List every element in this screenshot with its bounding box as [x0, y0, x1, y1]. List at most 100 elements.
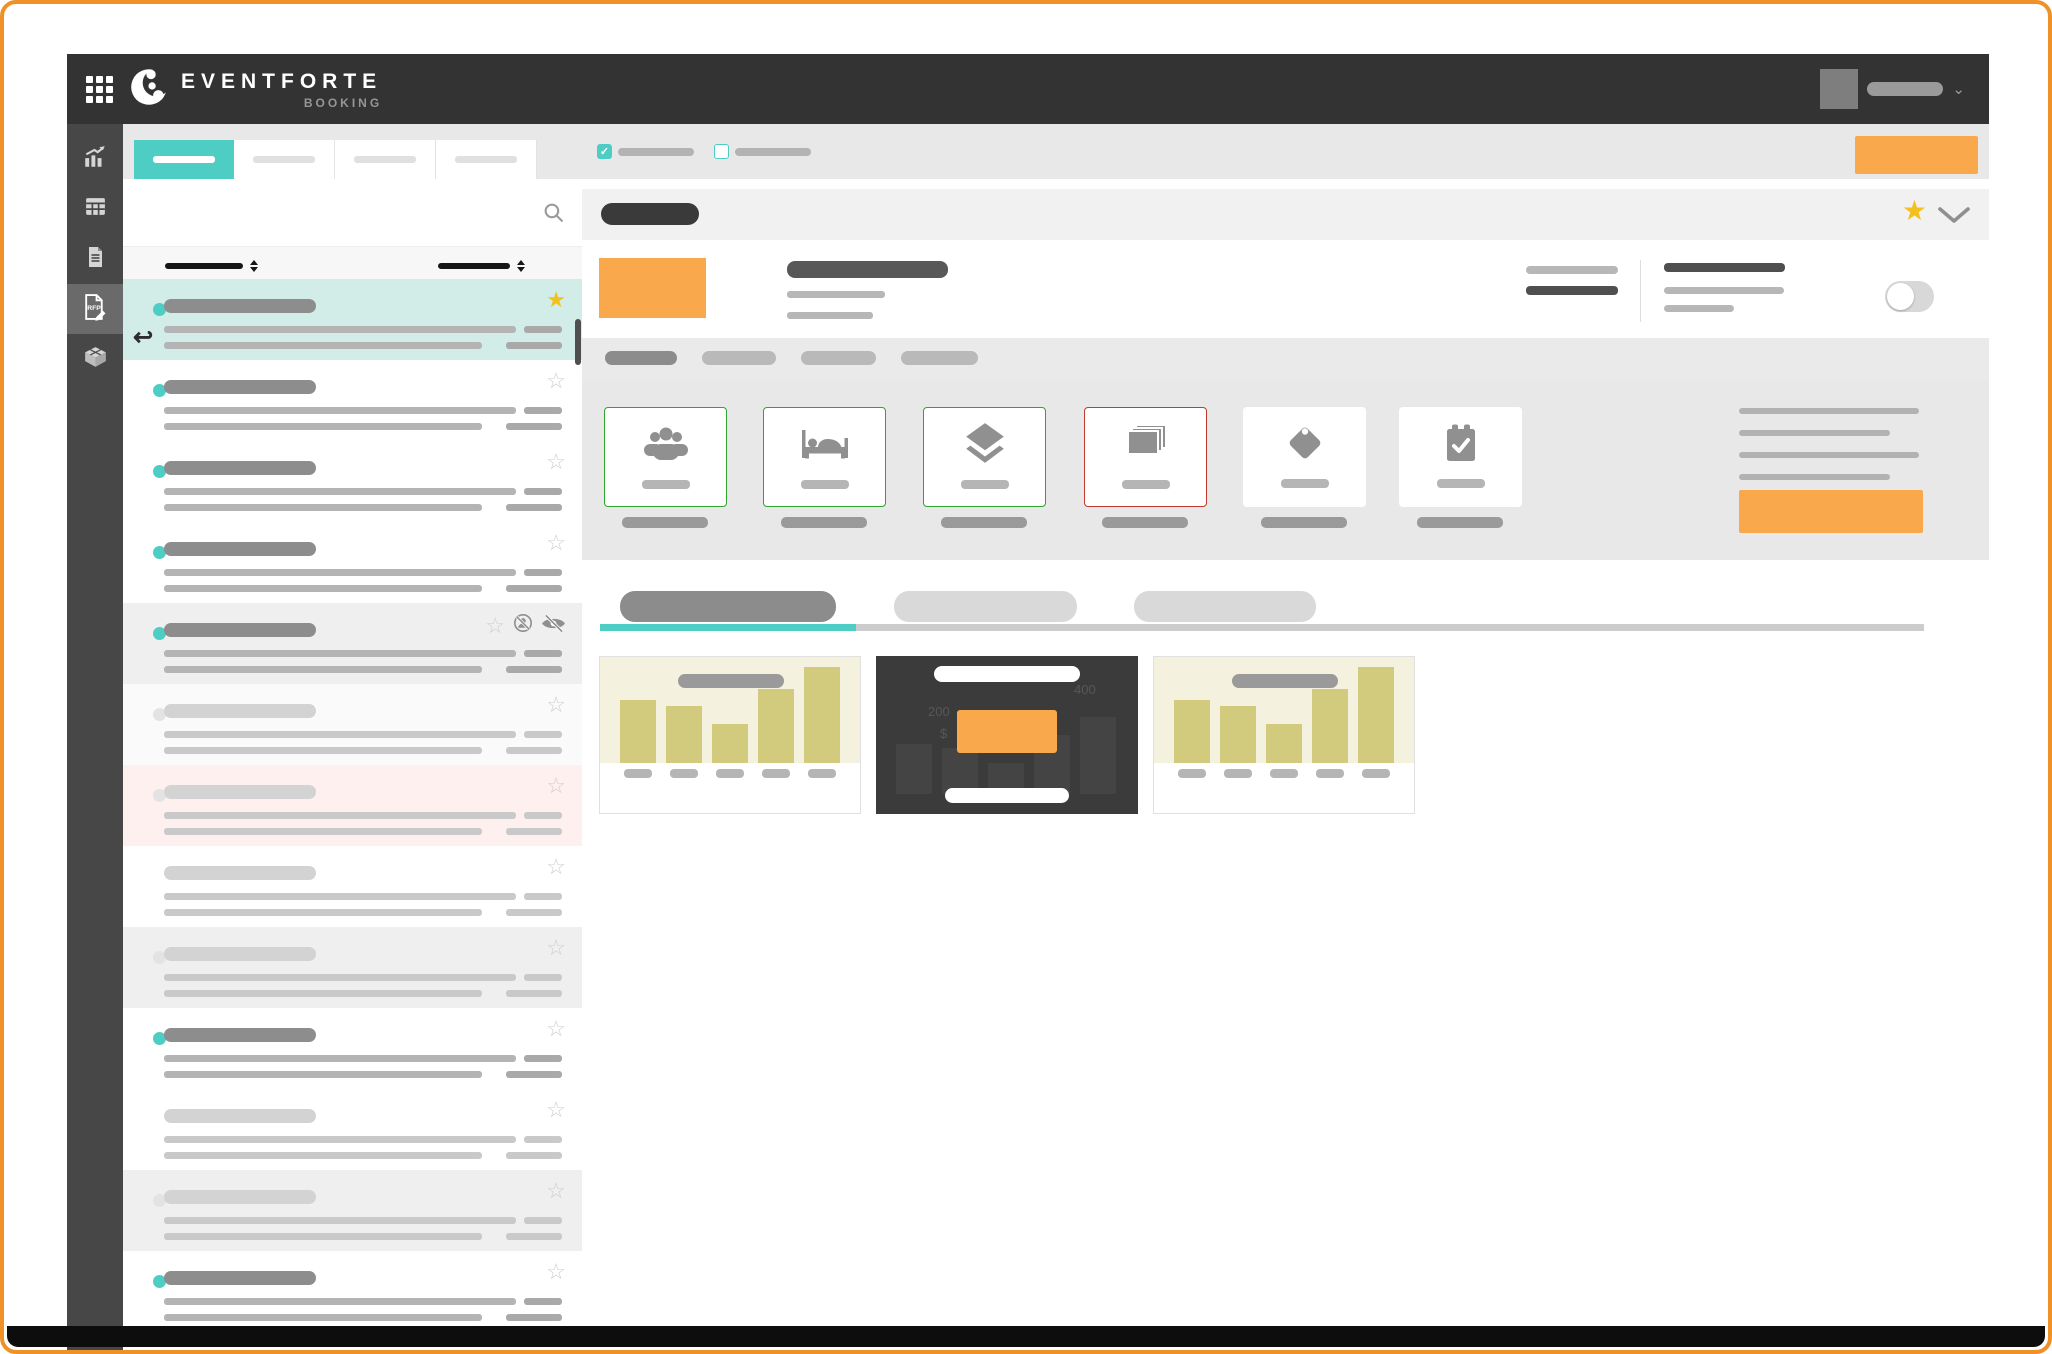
chart-thumbnail[interactable]	[599, 656, 861, 814]
venue-thumbnail[interactable]	[599, 258, 706, 318]
star-outline-icon[interactable]: ☆	[546, 937, 566, 959]
star-outline-icon[interactable]: ☆	[546, 1099, 566, 1121]
sidebar-item-packages[interactable]	[67, 334, 123, 384]
list-panel: ★ ↩ ☆ ☆ ☆ ☆	[123, 179, 582, 1354]
list-scrollbar[interactable]	[575, 319, 581, 365]
sort-icon[interactable]	[517, 260, 525, 272]
ghost-bar	[896, 744, 932, 794]
list-item[interactable]: ☆	[123, 1008, 582, 1089]
checkbox-unchecked[interactable]	[714, 144, 729, 159]
list-item[interactable]: ☆	[123, 927, 582, 1008]
sidebar-item-documents[interactable]	[67, 234, 123, 284]
breadcrumb-pill-4[interactable]	[901, 351, 978, 365]
list-item[interactable]: ☆	[123, 1251, 582, 1332]
star-filled-icon[interactable]: ★	[1902, 197, 1927, 225]
bar-chart	[1154, 657, 1414, 763]
star-filled-icon[interactable]: ★	[546, 289, 566, 311]
star-outline-icon[interactable]: ☆	[485, 615, 505, 637]
star-outline-icon[interactable]: ☆	[546, 775, 566, 797]
content-tab-1[interactable]	[620, 591, 836, 622]
list-item[interactable]: ☆	[123, 441, 582, 522]
list-tab-4[interactable]	[436, 140, 537, 179]
list-item[interactable]: ☆	[123, 522, 582, 603]
sidebar-item-calendar[interactable]	[67, 184, 123, 234]
tick-bar	[762, 769, 790, 778]
breadcrumb-pill-2[interactable]	[702, 351, 776, 365]
list-tab-3[interactable]	[335, 140, 436, 179]
item-value-bar	[506, 1152, 562, 1159]
breadcrumb-pill-1[interactable]	[605, 351, 677, 365]
user-slash-icon[interactable]	[513, 613, 533, 638]
primary-action-button[interactable]	[1855, 136, 1978, 174]
star-outline-icon[interactable]: ☆	[546, 1261, 566, 1283]
flame-logo-icon	[127, 64, 173, 115]
item-line	[164, 893, 516, 900]
category-card-bed[interactable]	[763, 407, 886, 507]
item-value-bar	[506, 747, 562, 754]
item-line	[164, 569, 516, 576]
category-card-photos[interactable]	[1084, 407, 1207, 507]
sidebar-item-analytics[interactable]	[67, 134, 123, 184]
meta-label-bar	[1664, 305, 1734, 312]
tick-bar	[716, 769, 744, 778]
star-outline-icon[interactable]: ☆	[546, 1180, 566, 1202]
star-outline-icon[interactable]: ☆	[546, 1018, 566, 1040]
list-item[interactable]: ☆	[123, 846, 582, 927]
item-value-bar	[524, 893, 562, 900]
category-card-attendees[interactable]	[604, 407, 727, 507]
sort-column-1[interactable]	[165, 260, 258, 272]
chevron-down-icon[interactable]	[1937, 206, 1971, 229]
chart-thumbnail-hovered[interactable]: 200 400 $	[876, 656, 1138, 814]
sort-icon[interactable]	[250, 260, 258, 272]
list-item[interactable]: ☆	[123, 1170, 582, 1251]
summary-line	[1739, 408, 1919, 414]
search-icon[interactable]	[543, 202, 564, 228]
toolbar-strip: ✓	[123, 124, 1989, 179]
item-value-bar	[524, 326, 562, 333]
list-tab-1[interactable]	[134, 140, 234, 179]
content-tab-3[interactable]	[1134, 591, 1316, 622]
brand-logo[interactable]: EVENTFORTE BOOKING	[127, 64, 382, 115]
list-tab-2[interactable]	[234, 140, 335, 179]
status-toggle[interactable]	[1885, 281, 1934, 312]
filter-checkboxes: ✓	[597, 124, 811, 179]
bar	[1220, 706, 1256, 763]
content-tab-2[interactable]	[894, 591, 1077, 622]
section-action-button[interactable]	[1739, 490, 1923, 533]
meta-value-bar	[1526, 286, 1618, 295]
chart-thumbnail[interactable]	[1153, 656, 1415, 814]
category-card-layers[interactable]	[923, 407, 1046, 507]
category-card-clipboard-check[interactable]	[1399, 407, 1522, 507]
star-outline-icon[interactable]: ☆	[546, 694, 566, 716]
list-item[interactable]: ☆	[123, 360, 582, 441]
sort-column-2[interactable]	[438, 260, 525, 272]
item-line	[164, 1217, 516, 1224]
star-outline-icon[interactable]: ☆	[546, 532, 566, 554]
star-outline-icon[interactable]: ☆	[546, 370, 566, 392]
list-item[interactable]: ☆	[123, 1089, 582, 1170]
item-line	[164, 828, 482, 835]
tick-bar	[624, 769, 652, 778]
category-card-tag[interactable]	[1243, 407, 1366, 507]
list-item[interactable]: ★ ↩	[123, 279, 582, 360]
list-item[interactable]: ☆	[123, 603, 582, 684]
app-grid-icon[interactable]	[86, 76, 112, 102]
list-item[interactable]: ☆	[123, 765, 582, 846]
item-line	[164, 650, 516, 657]
item-value-bar	[524, 407, 562, 414]
eye-slash-icon[interactable]	[541, 614, 566, 638]
toggle-knob	[1887, 283, 1914, 310]
star-outline-icon[interactable]: ☆	[546, 451, 566, 473]
star-outline-icon[interactable]: ☆	[546, 856, 566, 878]
sidebar-item-rfp[interactable]: RFP	[67, 284, 123, 334]
checkbox-checked[interactable]: ✓	[597, 144, 612, 159]
user-menu[interactable]: ⌄	[1820, 54, 1965, 124]
list-item[interactable]: ☆	[123, 684, 582, 765]
ghost-tick-label: 200	[928, 704, 950, 719]
breadcrumb-pill-3[interactable]	[801, 351, 876, 365]
item-title-bar	[164, 704, 316, 718]
search-row[interactable]	[123, 179, 582, 247]
item-value-bar	[506, 990, 562, 997]
item-value-bar	[524, 1298, 562, 1305]
overlay-action-button[interactable]	[957, 710, 1057, 753]
